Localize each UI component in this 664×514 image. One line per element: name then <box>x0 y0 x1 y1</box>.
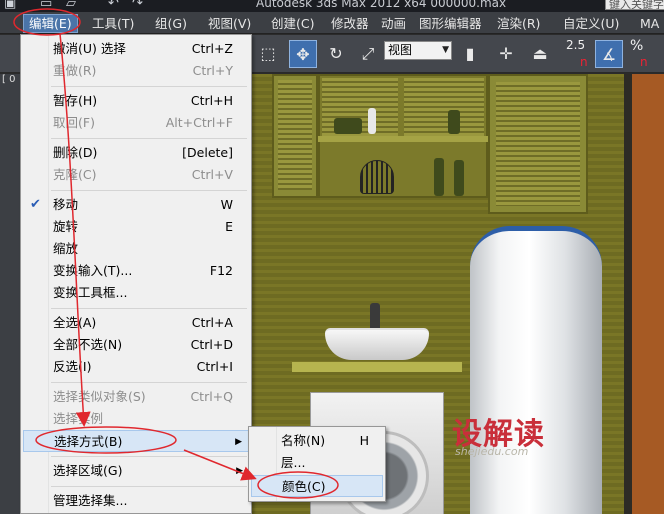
menu-separator <box>51 382 247 383</box>
menu-maxscript[interactable]: MA <box>640 15 659 32</box>
louver-panel-upper-right <box>404 78 484 136</box>
viewport-left-strip: [ 0 <box>0 74 20 514</box>
shelf-board <box>318 136 488 142</box>
title-bar: ▣ ▭ ▱ ↶ ↷ Autodesk 3ds Max 2012 x64 0000… <box>0 0 664 12</box>
angle-snap-icon[interactable]: ∡ <box>595 40 623 68</box>
menu-item-redo[interactable]: 重做(R) Ctrl+Y <box>23 60 249 82</box>
submenu-item-by-layer[interactable]: 层... <box>251 452 383 474</box>
menu-animation[interactable]: 动画 <box>381 15 406 32</box>
menu-item-select-none[interactable]: 全部不选(N) Ctrl+D <box>23 334 249 356</box>
submenu-arrow-icon: ▶ <box>235 437 242 447</box>
reference-coordinate-value: 视图 <box>388 43 413 57</box>
chevron-down-icon: ▼ <box>442 45 449 55</box>
undo-icon[interactable]: ↶ <box>108 0 119 11</box>
menu-separator <box>51 138 247 139</box>
right-wall <box>624 74 664 514</box>
menu-group[interactable]: 组(G) <box>155 15 187 32</box>
menu-item-move[interactable]: ✔ 移动 W <box>23 194 249 216</box>
jar <box>448 110 460 134</box>
watermark-url: shejiedu.com <box>455 445 529 458</box>
menu-item-delete[interactable]: 删除(D) [Delete] <box>23 142 249 164</box>
menu-item-scale[interactable]: 缩放 <box>23 238 249 260</box>
menu-separator <box>51 308 247 309</box>
menu-views[interactable]: 视图(V) <box>208 15 251 32</box>
faucet <box>370 303 380 331</box>
menu-item-manage-selection-sets[interactable]: 管理选择集... <box>23 490 249 512</box>
stacked-bowls <box>334 118 362 134</box>
menu-item-select-similar[interactable]: 选择类似对象(S) Ctrl+Q <box>23 386 249 408</box>
submenu-item-by-name[interactable]: 名称(N) H <box>251 430 383 452</box>
app-logo-icon[interactable]: ▣ <box>4 0 16 11</box>
menu-item-fetch[interactable]: 取回(F) Alt+Ctrl+F <box>23 112 249 134</box>
keyboard-shortcut-override-icon[interactable]: ⏏ <box>526 40 554 68</box>
wire-basket <box>360 160 394 194</box>
percent-snap-label[interactable]: % <box>630 38 643 54</box>
window-title: Autodesk 3ds Max 2012 x64 000000.max <box>256 0 507 10</box>
menu-item-select-invert[interactable]: 反选(I) Ctrl+I <box>23 356 249 378</box>
menu-item-rotate[interactable]: 旋转 E <box>23 216 249 238</box>
menu-tools[interactable]: 工具(T) <box>92 15 134 32</box>
reference-coordinate-select[interactable]: 视图 ▼ <box>384 41 452 60</box>
menu-separator <box>51 190 247 191</box>
louver-panel-right <box>496 82 580 206</box>
counter-top <box>292 362 462 372</box>
select-and-scale-icon[interactable]: ⤢ <box>354 40 382 68</box>
menu-item-select-all[interactable]: 全选(A) Ctrl+A <box>23 312 249 334</box>
snap-toggle-label[interactable]: 2.5 <box>566 38 585 52</box>
percent-snap-magnet-icon: n <box>640 55 648 69</box>
keyword-search-input[interactable]: 键入关键字 <box>605 0 664 10</box>
bottle-left <box>434 158 444 196</box>
select-and-rotate-icon[interactable]: ↻ <box>322 40 350 68</box>
bottle-right <box>454 160 464 196</box>
select-and-manipulate-icon[interactable]: ✛ <box>492 40 520 68</box>
edit-menu-dropdown: 撤消(U) 选择 Ctrl+Z 重做(R) Ctrl+Y 暂存(H) Ctrl+H 取… <box>20 34 252 514</box>
menu-item-undo[interactable]: 撤消(U) 选择 Ctrl+Z <box>23 38 249 60</box>
menu-separator <box>51 86 247 87</box>
checkmark-icon: ✔ <box>30 197 41 212</box>
menu-rendering[interactable]: 渲染(R) <box>497 15 540 32</box>
water-heater-cylinder <box>470 226 602 514</box>
menu-item-transform-toolbox[interactable]: 变换工具框... <box>23 282 249 304</box>
submenu-arrow-icon: ▶ <box>236 466 243 476</box>
menu-item-transform-type-in[interactable]: 变换输入(T)... F12 <box>23 260 249 282</box>
sink-basin <box>325 328 429 360</box>
open-file-icon[interactable]: ▱ <box>66 0 76 11</box>
menu-item-select-by[interactable]: 选择方式(B) ▶ <box>23 430 249 452</box>
menu-separator <box>51 456 247 457</box>
submenu-item-by-color[interactable]: 颜色(C) <box>251 475 383 497</box>
select-by-submenu: 名称(N) H 层... 颜色(C) <box>248 426 386 502</box>
menu-bar: 编辑(E) 工具(T) 组(G) 视图(V) 创建(C) 修改器 动画 图形编辑… <box>0 12 664 34</box>
pivot-center-icon[interactable]: ▮ <box>456 40 484 68</box>
snap-magnet-icon: n <box>580 55 588 69</box>
viewport-label[interactable]: [ 0 <box>0 74 20 85</box>
menu-item-select-region[interactable]: 选择区域(G) ▶ <box>23 460 249 482</box>
louver-panel <box>278 80 312 190</box>
menu-item-hold[interactable]: 暂存(H) Ctrl+H <box>23 90 249 112</box>
menu-separator <box>51 486 247 487</box>
select-and-move-icon[interactable]: ✥ <box>289 40 317 68</box>
select-region-icon[interactable]: ⬚ <box>254 40 282 68</box>
new-file-icon[interactable]: ▭ <box>40 0 52 11</box>
menu-graph-editors[interactable]: 图形编辑器 <box>419 15 482 32</box>
menu-modifiers[interactable]: 修改器 <box>331 15 369 32</box>
menu-item-clone[interactable]: 克隆(C) Ctrl+V <box>23 164 249 186</box>
menu-customize[interactable]: 自定义(U) <box>563 15 619 32</box>
redo-icon[interactable]: ↷ <box>132 0 143 11</box>
menu-item-select-instances[interactable]: 选择实例 <box>23 408 249 430</box>
menu-edit[interactable]: 编辑(E) <box>23 14 78 33</box>
menu-create[interactable]: 创建(C) <box>271 15 314 32</box>
white-bottle <box>368 108 376 134</box>
